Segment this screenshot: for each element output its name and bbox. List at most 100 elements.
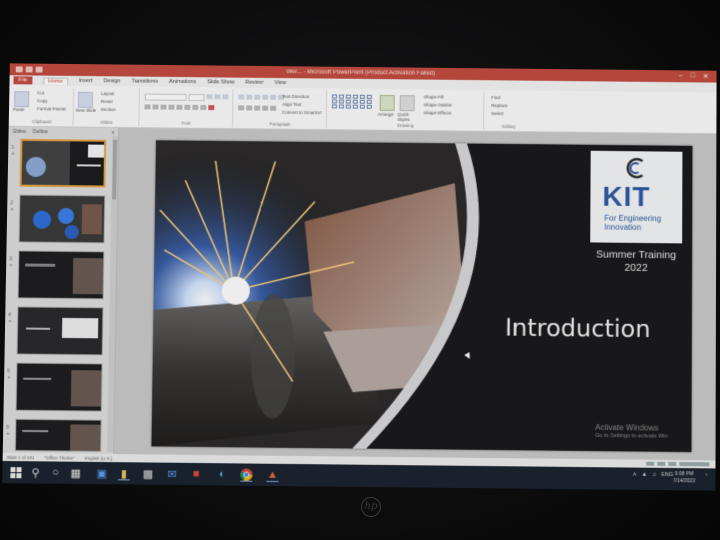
pane-close-icon[interactable]: x: [112, 130, 115, 136]
thumbnail-2-art: [19, 195, 106, 244]
paragraph-label: Paragraph: [269, 121, 291, 127]
slide-number-3: 3 ★: [9, 256, 13, 268]
watermark-line-2: Go to Settings to activate Win: [595, 432, 668, 440]
save-icon[interactable]: [15, 66, 23, 73]
logo-text: KIT: [602, 180, 651, 213]
system-tray: ∧ ▲ ♫ ENG ▫: [633, 472, 708, 479]
format-painter-button[interactable]: Format Painter: [37, 106, 67, 111]
layout-button[interactable]: Layout: [101, 91, 115, 96]
arrange-button[interactable]: Arrange: [378, 112, 394, 117]
slide-thumbnail-1[interactable]: [19, 138, 107, 188]
thumbnail-6-art: [15, 419, 102, 452]
copy-button[interactable]: Copy: [37, 98, 48, 103]
maximize-icon[interactable]: □: [691, 72, 695, 80]
view-buttons[interactable]: [646, 461, 710, 467]
slide-number-4: 4 ★: [8, 312, 12, 324]
font-label: Font: [181, 120, 191, 126]
powerpoint-icon[interactable]: ▲: [265, 468, 279, 483]
undo-icon[interactable]: [25, 66, 33, 73]
tab-slide-show[interactable]: Slide Show: [207, 79, 234, 85]
tab-outline[interactable]: Outline: [32, 129, 48, 135]
task-view-icon[interactable]: ▦: [69, 466, 83, 480]
tab-animations[interactable]: Animations: [169, 79, 196, 85]
select-button[interactable]: Select: [491, 111, 504, 116]
slides-pane: Slides Outline x 1 ★ 2 ★ 3 ★ 4 ★ 5 ★ 6 ★: [2, 126, 120, 455]
arrange-icon[interactable]: [379, 94, 395, 111]
drawing-label: Drawing: [397, 122, 414, 129]
clipboard-group: Paste Cut Copy Format Painter Clipboard: [10, 87, 75, 126]
italic-icon: [152, 104, 159, 110]
slide-thumbnail-2[interactable]: [18, 194, 106, 244]
edge-icon[interactable]: ◐: [215, 467, 229, 481]
new-slide-icon[interactable]: [77, 91, 94, 108]
language-indicator-tray[interactable]: ENG: [661, 472, 673, 478]
replace-button[interactable]: Replace: [491, 103, 507, 108]
tab-design[interactable]: Design: [103, 78, 120, 84]
summer-line-1: Summer Training: [596, 248, 677, 262]
mail-icon[interactable]: ✉: [165, 467, 179, 481]
tab-view[interactable]: View: [274, 80, 286, 86]
shape-outline-button[interactable]: Shape Outline: [424, 102, 452, 107]
windows-start-icon[interactable]: [8, 465, 22, 479]
align-buttons[interactable]: [238, 105, 277, 111]
font-format-buttons[interactable]: [144, 104, 215, 111]
cortana-icon[interactable]: ○: [48, 465, 62, 479]
thumbnail-5-art: [16, 363, 103, 412]
wifi-icon[interactable]: ▲: [642, 472, 648, 478]
logo-subtitle: For Engineering Innovation: [604, 213, 662, 232]
quick-styles-button[interactable]: Quick Styles: [397, 112, 419, 122]
paste-icon[interactable]: [14, 91, 30, 108]
slide-thumbnail-4[interactable]: [16, 306, 104, 356]
slides-label: Slides: [100, 119, 113, 125]
slide-title[interactable]: Introduction: [479, 313, 675, 344]
convert-smartart-button[interactable]: Convert to SmartArt: [282, 110, 322, 115]
app-icon[interactable]: ▣: [95, 466, 109, 480]
find-button[interactable]: Find: [491, 95, 500, 100]
list-buttons[interactable]: [238, 94, 285, 100]
laptop-screen: Wer... - Microsoft PowerPoint (Product A…: [2, 63, 717, 491]
cut-button[interactable]: Cut: [37, 90, 44, 95]
store-icon[interactable]: ▩: [141, 466, 155, 480]
clock[interactable]: 6:08 PM 7/14/2022: [673, 471, 695, 485]
language-indicator[interactable]: English (U.S.): [85, 455, 113, 460]
minimize-icon[interactable]: –: [679, 72, 683, 80]
tab-slides[interactable]: Slides: [13, 129, 27, 135]
tab-transitions[interactable]: Transitions: [131, 78, 158, 84]
shape-fill-button[interactable]: Shape Fill: [424, 94, 444, 99]
file-explorer-icon[interactable]: ▮: [117, 466, 131, 481]
slide-thumbnail-6[interactable]: [14, 418, 102, 452]
reset-button[interactable]: Reset: [101, 99, 113, 104]
quick-styles-icon[interactable]: [399, 95, 415, 112]
network-icon[interactable]: ∧: [633, 472, 637, 478]
new-slide-button[interactable]: New Slide: [76, 108, 96, 113]
thumbnail-3-art: [18, 251, 105, 300]
paste-button[interactable]: Paste: [13, 107, 25, 112]
slide-editing-area: KIT For Engineering Innovation Summer Tr…: [114, 127, 717, 461]
font-selector[interactable]: [144, 93, 229, 102]
reading-view-icon: [668, 461, 677, 467]
search-icon[interactable]: ⚲: [28, 465, 42, 479]
tab-home[interactable]: Home: [43, 77, 68, 85]
section-button[interactable]: Section: [101, 107, 116, 112]
volume-icon[interactable]: ♫: [652, 472, 656, 478]
tab-insert[interactable]: Insert: [79, 78, 93, 84]
clipboard-label: Clipboard: [32, 119, 52, 125]
tab-file[interactable]: File: [13, 76, 33, 85]
quick-access-toolbar[interactable]: [15, 66, 43, 73]
close-icon[interactable]: ✕: [703, 73, 709, 81]
slide-thumbnail-3[interactable]: [17, 250, 105, 300]
slide-thumbnail-5[interactable]: [15, 362, 103, 412]
app-red-icon[interactable]: ■: [189, 467, 203, 481]
normal-view-icon: [646, 461, 655, 466]
shape-effects-button[interactable]: Shape Effects: [423, 110, 451, 115]
editing-label: Editing: [502, 124, 516, 130]
current-slide[interactable]: KIT For Engineering Innovation Summer Tr…: [151, 140, 693, 453]
text-direction-button[interactable]: Text Direction: [282, 94, 309, 99]
notification-icon[interactable]: ▫: [705, 472, 707, 478]
align-text-button[interactable]: Align Text: [282, 102, 301, 107]
kit-logo: KIT For Engineering Innovation: [590, 150, 683, 244]
shapes-gallery[interactable]: [331, 94, 373, 109]
chrome-icon[interactable]: [239, 467, 253, 482]
tab-review[interactable]: Review: [245, 80, 263, 86]
clock-date: 7/14/2022: [673, 478, 696, 485]
